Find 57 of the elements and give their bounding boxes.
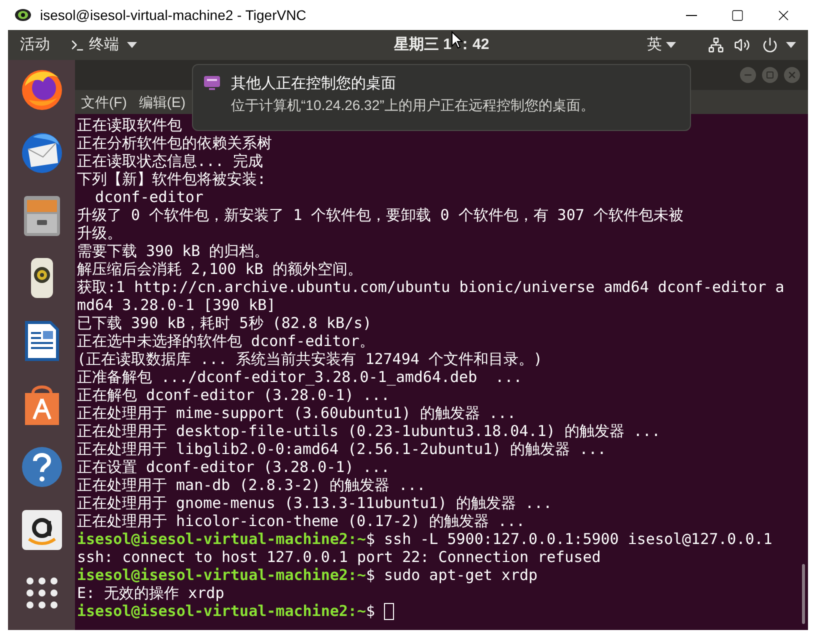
output-line: 正在选中未选择的软件包 dconf-editor。 — [77, 332, 374, 350]
output-line: 正在分析软件包的依赖关系树 — [77, 134, 272, 152]
output-line: 正在解包 dconf-editor (3.28.0-1) ... — [77, 386, 390, 404]
output-line: 正在处理用于 libglib2.0-0:amd64 (2.56.1-2ubuntu1) 的触发器 ... — [77, 440, 606, 458]
minimize-icon — [686, 14, 696, 16]
caret-icon — [786, 42, 796, 48]
output-line: 正准备解包 .../dconf-editor_3.28.0-1_amd64.deb ... — [77, 368, 522, 386]
output-line: 已下载 390 kB，耗时 5秒 (82.8 kB/s) — [77, 314, 372, 332]
window-title: isesol@isesol-virtual-machine2 - TigerVNC — [40, 6, 306, 25]
output-line: 正在设置 dconf-editor (3.28.0-1) ... — [77, 458, 390, 476]
maximize-icon — [730, 8, 744, 22]
notification-body: 位于计算机“10.24.26.32”上的用户正在远程控制您的桌面。 — [231, 96, 594, 114]
output-line: 升级了 0 个软件包，新安装了 1 个软件包，要卸载 0 个软件包，有 307 个软件包未被 — [77, 206, 684, 224]
output-line: 正在读取软件包 — [77, 116, 182, 134]
output-line: dconf-editor — [94, 188, 204, 206]
output-line: 获取:1 http://cn.archive.ubuntu.com/ubuntu bionic/universe amd64 dconf-editor a — [77, 278, 784, 296]
prompt-user: isesol@isesol-virtual-machine2:~ — [77, 602, 366, 620]
input-method-menu[interactable]: 英 — [647, 34, 676, 56]
screen-share-icon — [203, 75, 221, 91]
output-line: 正在处理用于 desktop-file-utils (0.23-1ubuntu3.18.04.1) 的触发器 ... — [77, 422, 660, 440]
app-menu[interactable]: 终端 — [70, 34, 137, 56]
notification-title: 其他人正在控制您的桌面 — [231, 75, 397, 93]
command-text: ssh -L 5900:127.0.0.1:5900 isesol@127.0.0.1 — [384, 530, 772, 548]
network-icon — [708, 37, 724, 53]
output-line: 升级。 — [77, 224, 122, 242]
output-line: 正在处理用于 hicolor-icon-theme (0.17-2) 的触发器 ... — [77, 512, 526, 530]
output-line: md64 3.28.0-1 [390 kB] — [77, 296, 276, 314]
output-line: 需要下载 390 kB 的归档。 — [77, 242, 270, 260]
caret-icon — [666, 42, 676, 48]
prompt-symbol: $ — [366, 530, 376, 548]
clock[interactable]: 星期三 1 — [394, 34, 452, 56]
menu-item[interactable]: 编辑(E) — [138, 92, 186, 112]
output-line: 正在处理用于 man-db (2.8.3-2) 的触发器 ... — [77, 476, 426, 494]
menu-item[interactable]: 文件(F) — [81, 92, 127, 112]
volume-icon — [734, 37, 750, 53]
activities-button[interactable]: 活动 — [20, 34, 50, 56]
caret-icon — [127, 42, 137, 48]
notification[interactable]: 其他人正在控制您的桌面 位于计算机“10.24.26.32”上的用户正在远程控制您的桌面。 — [192, 64, 691, 131]
output-line: 下列【新】软件包将被安装: — [77, 170, 266, 188]
prompt-user: isesol@isesol-virtual-machine2:~ — [77, 566, 366, 584]
output-line: ssh: connect to host 127.0.0.1 port 22: Connection refused — [77, 548, 601, 566]
output-line: E: 无效的操作 xrdp — [77, 584, 224, 602]
power-icon — [762, 37, 778, 53]
output-line: 解压缩后会消耗 2,100 kB 的额外空间。 — [77, 260, 362, 278]
scrollbar — [802, 564, 805, 624]
maximize-icon — [766, 71, 774, 79]
output-line: 正在处理用于 gnome-menus (3.13.3-11ubuntu1) 的触发器 ... — [77, 494, 552, 512]
terminal-icon — [70, 38, 85, 52]
output-line: 正在读取状态信息... 完成 — [77, 152, 264, 170]
prompt-symbol: $ — [366, 566, 376, 584]
eye-icon — [14, 7, 32, 23]
output-line: (正在读取数据库 ... 系统当前共安装有 127494 个文件和目录。) — [77, 350, 542, 368]
prompt-symbol: $ — [366, 602, 376, 620]
close-icon — [787, 70, 797, 80]
output-line: 正在处理用于 mime-support (3.60ubuntu1) 的触发器 ... — [77, 404, 516, 422]
command-text: sudo apt-get xrdp — [384, 566, 538, 584]
prompt-user: isesol@isesol-virtual-machine2:~ — [77, 530, 366, 548]
